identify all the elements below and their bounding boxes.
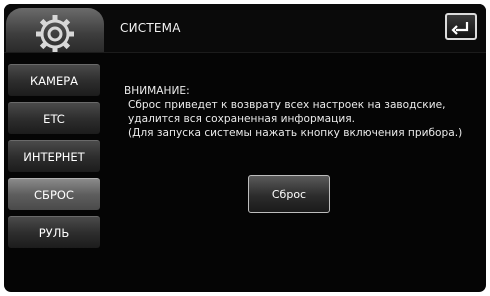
warning-line: (Для запуска системы нажать кнопку включ…: [128, 127, 463, 139]
warning-heading: ВНИМАНИЕ:: [124, 85, 190, 97]
sidebar-item-camera[interactable]: КАМЕРА: [8, 64, 100, 96]
reset-button[interactable]: Сброс: [248, 175, 330, 213]
warning-line: удалится вся сохраненная информация.: [128, 113, 356, 125]
page-title: СИСТЕМА: [120, 21, 181, 35]
back-button[interactable]: [445, 13, 477, 40]
sidebar-item-reset[interactable]: СБРОС: [8, 178, 100, 210]
sidebar-item-internet[interactable]: ИНТЕРНЕТ: [8, 140, 100, 172]
sidebar-item-steering[interactable]: РУЛЬ: [8, 216, 100, 248]
sidebar: КАМЕРА ETC ИНТЕРНЕТ СБРОС РУЛЬ: [4, 56, 104, 256]
home-tab[interactable]: [6, 8, 104, 52]
warning-message: ВНИМАНИЕ: Сброс приведет к возврату всех…: [124, 84, 462, 140]
screen: СИСТЕМА КАМЕРА ETC ИНТЕРНЕТ СБРОС РУЛЬ В…: [4, 4, 486, 292]
back-arrow-icon: [451, 21, 469, 35]
warning-line: Сброс приведет к возврату всех настроек …: [128, 99, 446, 111]
header-bar: СИСТЕМА: [4, 4, 486, 53]
sidebar-item-etc[interactable]: ETC: [8, 102, 100, 134]
gear-icon: [36, 15, 74, 52]
